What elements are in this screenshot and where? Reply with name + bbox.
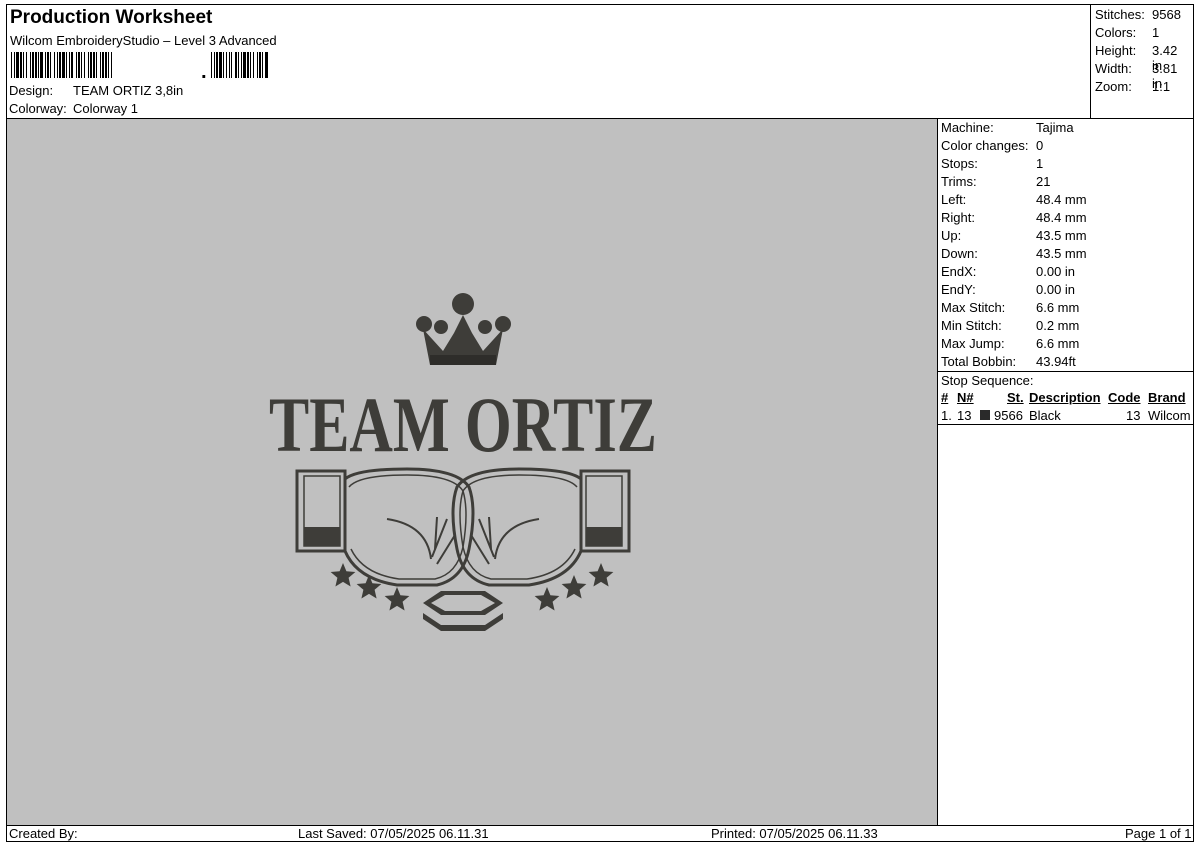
info-row: Stops: 1 [941,156,1044,171]
seq-row-st: 9566 [994,408,1023,423]
info-row: Max Stitch: 6.6 mm [941,300,1080,315]
stars-right-icon [534,563,614,611]
ring-emblem-icon [423,591,503,631]
software-name: Wilcom EmbroideryStudio – Level 3 Advanc… [10,33,277,48]
barcode-image: , [11,52,268,78]
info-row: Trims: 21 [941,174,1051,189]
seq-row-brand: Wilcom [1148,408,1191,423]
info-row: EndY: 0.00 in [941,282,1076,297]
seq-row-description: Black [1029,408,1061,423]
embroidery-design: TEAM ORTIZ [269,293,657,631]
info-divider [938,371,1194,372]
info-row: Up: 43.5 mm [941,228,1087,243]
sequence-divider [938,424,1194,425]
seq-row-code: 13 [1126,408,1141,423]
seq-header-description: Description [1029,390,1101,405]
seq-header-code: Code [1108,390,1141,405]
machine-info-panel: Machine: Tajima Color changes: 0 Stops: 1 T… [938,119,1194,825]
worksheet-title: Production Worksheet [10,7,213,28]
info-row: Color changes: 0 [941,138,1044,153]
summary-panel: Stitches: 9568 Colors: 1 Height: 3.42 in Wi… [1095,7,1181,94]
colorway-value: Colorway 1 [73,101,139,116]
thread-color-swatch [980,410,990,420]
seq-row-num: 1. [941,408,952,423]
seq-header-num: # [941,390,949,405]
worksheet-header: Production Worksheet Wilcom EmbroiderySt… [7,5,1090,118]
seq-row-n: 13 [957,408,972,423]
page-number: Page 1 of 1 [1125,826,1192,841]
design-preview-canvas: TEAM ORTIZ [7,119,937,825]
info-row: Left: 48.4 mm [941,192,1087,207]
printed-date: Printed: 07/05/2025 06.11.33 [711,826,878,841]
info-row: Min Stitch: 0.2 mm [941,318,1080,333]
left-boxing-glove-icon [295,467,475,587]
design-value: TEAM ORTIZ 3,8in [73,83,184,98]
seq-header-brand: Brand [1148,390,1186,405]
info-row: EndX: 0.00 in [941,264,1076,279]
seq-header-n: N# [957,390,974,405]
design-text: TEAM ORTIZ [269,381,657,468]
design-label: Design: [9,83,54,98]
created-by: Created By: [9,826,78,841]
svg-text:,: , [201,61,207,78]
info-row: Down: 43.5 mm [941,246,1087,261]
crown-icon [416,293,511,365]
info-row: Right: 48.4 mm [941,210,1087,225]
info-row: Max Jump: 6.6 mm [941,336,1080,351]
worksheet-footer: Created By: Last Saved: 07/05/2025 06.11… [7,826,1194,842]
seq-header-st: St. [1007,390,1024,405]
last-saved: Last Saved: 07/05/2025 06.11.31 [298,826,489,841]
colorway-label: Colorway: [9,101,67,116]
info-row: Total Bobbin: 43.94ft [941,354,1076,369]
info-row: Machine: Tajima [941,120,1074,135]
stop-sequence-title: Stop Sequence: [941,373,1034,388]
